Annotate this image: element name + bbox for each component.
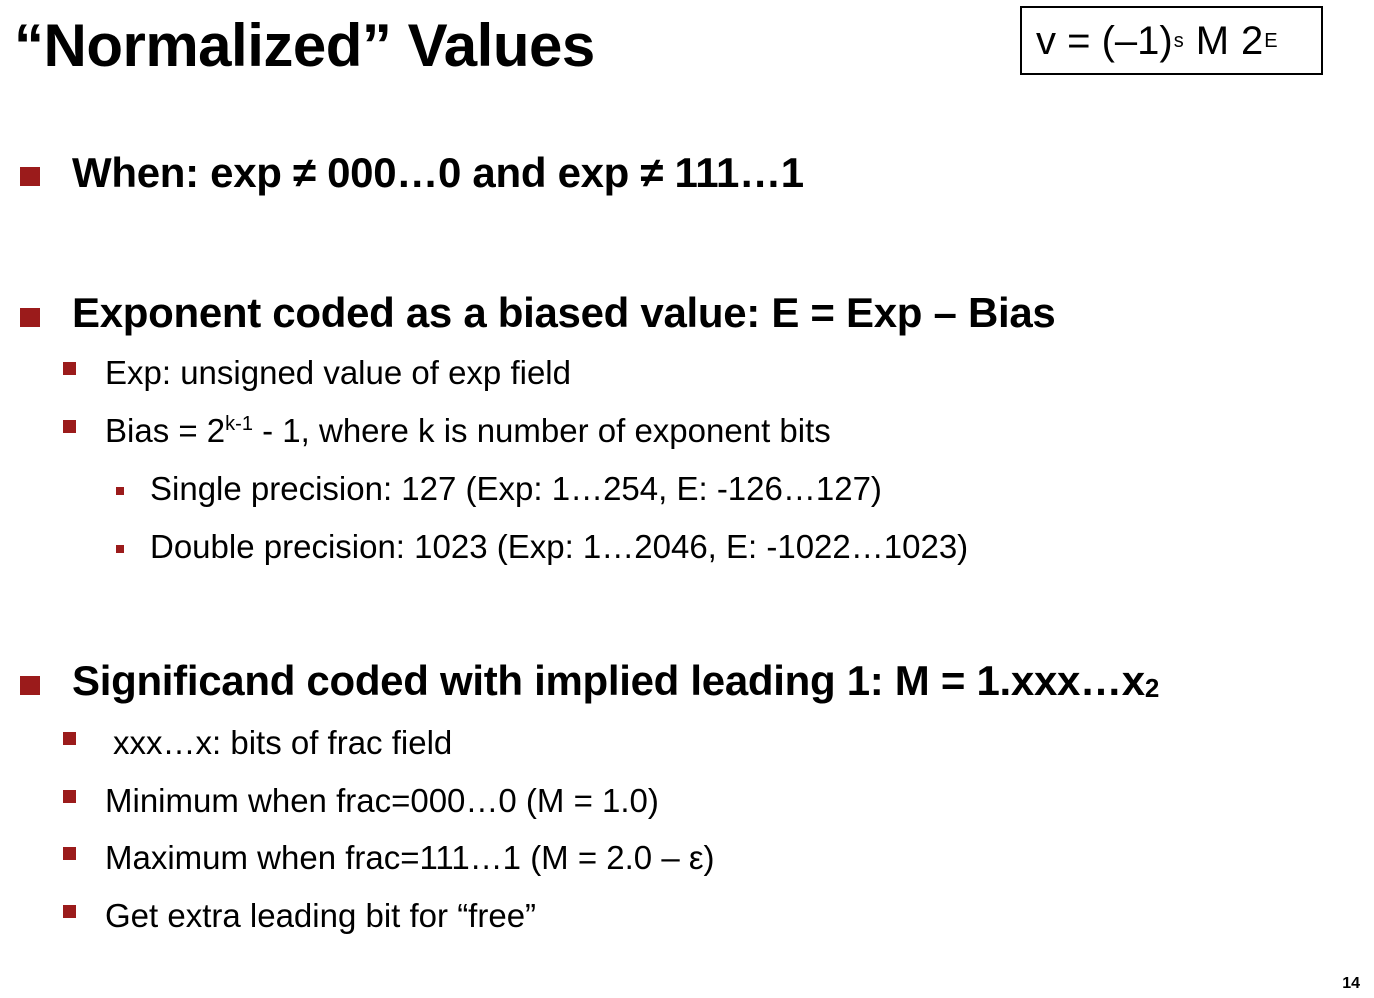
page-number: 14 — [1342, 975, 1360, 992]
formula-box: v = (–1) s M 2 E — [1020, 6, 1323, 75]
formula-base: 2 — [1241, 18, 1264, 63]
bullet-square-icon — [63, 732, 76, 745]
formula-lhs: v = (–1) — [1036, 18, 1173, 63]
bullet-square-icon — [63, 905, 76, 918]
bullet-square-icon — [63, 847, 76, 860]
formula-s-exponent: s — [1173, 29, 1184, 52]
bullet-when: When: exp ≠ 000…0 and exp ≠ 111…1 — [72, 149, 804, 196]
bullet-square-icon — [63, 790, 76, 803]
bullet-square-icon — [20, 308, 40, 327]
bullet-small-square-icon — [116, 487, 124, 495]
bullet-bias-def: Bias = 2k-1 - 1, where k is number of ex… — [105, 414, 831, 447]
bullet-square-icon — [20, 676, 40, 695]
bullet-maximum: Maximum when frac=111…1 (M = 2.0 – ε) — [105, 839, 715, 876]
bullet-double-precision: Double precision: 1023 (Exp: 1…2046, E: … — [150, 528, 969, 565]
bullet-exp-def: Exp: unsigned value of exp field — [105, 354, 571, 391]
bias-superscript: k-1 — [225, 413, 253, 435]
bias-suffix: - 1, where k is number of exponent bits — [252, 412, 831, 449]
bullet-minimum: Minimum when frac=000…0 (M = 1.0) — [105, 782, 659, 819]
bullet-small-square-icon — [116, 545, 124, 553]
bullet-significand-heading: Significand coded with implied leading 1… — [72, 660, 1159, 702]
bullet-exponent-heading: Exponent coded as a biased value: E = Ex… — [72, 289, 1056, 336]
bullet-square-icon — [63, 420, 76, 433]
bullet-extra-bit: Get extra leading bit for “free” — [105, 897, 537, 934]
significand-subscript: 2 — [1144, 673, 1159, 703]
significand-heading-text: Significand coded with implied leading 1… — [72, 657, 1145, 704]
bullet-square-icon — [63, 362, 76, 375]
formula-m: M — [1195, 18, 1230, 63]
bullet-square-icon — [20, 167, 40, 186]
slide-title: “Normalized” Values — [14, 12, 595, 79]
formula-e-exponent: E — [1264, 29, 1278, 52]
bullet-single-precision: Single precision: 127 (Exp: 1…254, E: -1… — [150, 470, 882, 507]
bullet-xxx-bits: xxx…x: bits of frac field — [113, 724, 453, 761]
bias-prefix: Bias = 2 — [105, 412, 226, 449]
